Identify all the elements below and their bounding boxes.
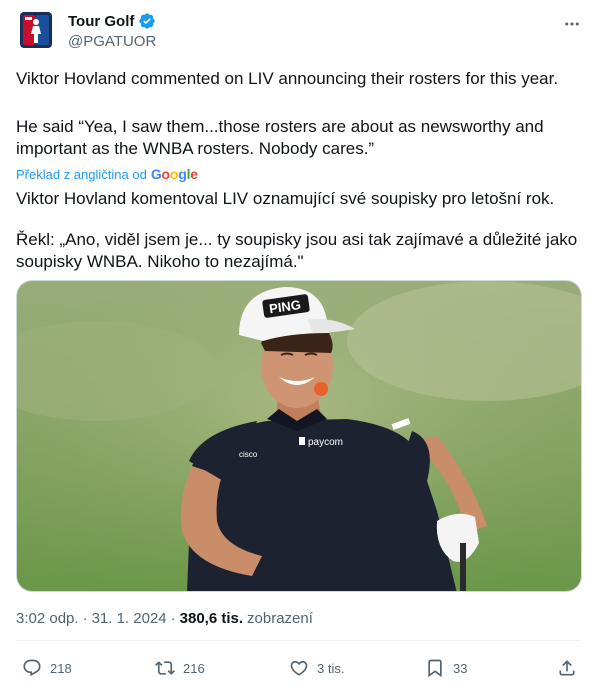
- more-options-button[interactable]: [562, 14, 582, 34]
- tweet-time[interactable]: 3:02 odp.: [16, 610, 79, 627]
- retweet-icon: [155, 661, 175, 675]
- svg-text:paycom: paycom: [308, 437, 343, 448]
- tweet-date[interactable]: 31. 1. 2024: [92, 610, 167, 627]
- tweet-text-original-1: Viktor Hovland commented on LIV announci…: [16, 69, 559, 88]
- tweet-meta: 3:02 odp. · 31. 1. 2024 · 380,6 tis. zob…: [16, 610, 313, 627]
- retweet-button[interactable]: 216: [155, 658, 205, 678]
- meta-separator-1: ·: [82, 610, 88, 627]
- author-name-row: Tour Golf: [68, 12, 156, 30]
- verified-badge-icon: [139, 13, 156, 29]
- avatar[interactable]: [16, 10, 56, 50]
- bookmark-icon: [428, 659, 442, 678]
- tweet-text-translated-1: Viktor Hovland komentoval LIV oznamující…: [16, 189, 555, 208]
- tweet-text-original-2: He said “Yea, I saw them...those rosters…: [16, 117, 544, 158]
- more-icon: [565, 22, 579, 26]
- author-handle[interactable]: @PGATUOR: [68, 33, 156, 50]
- divider: [16, 640, 582, 641]
- translation-label: Překlad z angličtina od: [16, 166, 147, 182]
- bookmark-count: 33: [453, 660, 468, 676]
- translation-attribution[interactable]: Překlad z angličtina od Google: [16, 166, 198, 182]
- tweet-media[interactable]: PING cisco paycom: [16, 280, 582, 592]
- tweet-text-translated-2: Řekl: „Ano, viděl jsem je... ty soupisky…: [16, 230, 578, 271]
- reply-count: 218: [50, 660, 72, 676]
- heart-icon: [290, 660, 308, 676]
- author-display-name[interactable]: Tour Golf: [68, 13, 134, 30]
- like-count: 3 tis.: [317, 660, 345, 676]
- reply-icon: [23, 659, 41, 677]
- google-logo: Google: [150, 166, 198, 182]
- like-button[interactable]: 3 tis.: [289, 658, 344, 678]
- reply-button[interactable]: 218: [22, 658, 72, 678]
- meta-separator-2: ·: [170, 610, 176, 627]
- retweet-count: 216: [183, 660, 205, 676]
- golfer-photo: PING cisco paycom: [17, 281, 581, 591]
- views-label: zobrazení: [247, 610, 313, 627]
- tweet: Tour Golf @PGATUOR Viktor Hovland commen…: [0, 0, 598, 693]
- views-count: 380,6 tis.: [179, 610, 244, 627]
- bookmark-button[interactable]: 33: [425, 658, 467, 678]
- share-button[interactable]: [557, 658, 577, 678]
- svg-text:cisco: cisco: [239, 450, 258, 459]
- share-icon: [559, 660, 575, 676]
